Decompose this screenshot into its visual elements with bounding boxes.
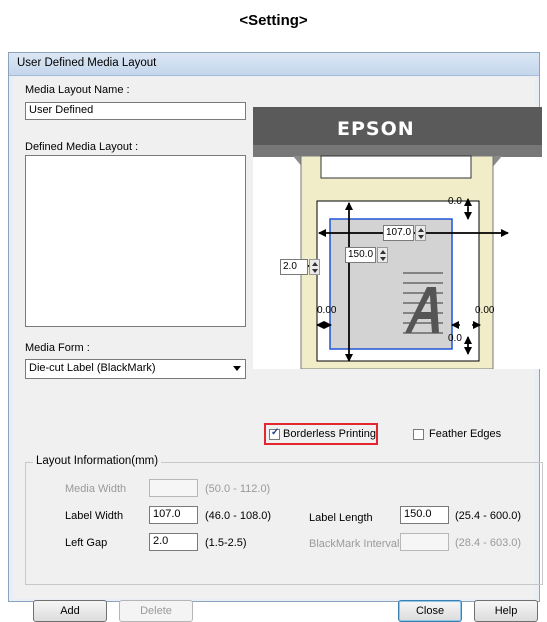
media-form-value: Die-cut Label (BlackMark): [29, 362, 156, 374]
epson-logo: EPSON: [337, 118, 415, 140]
layout-preview: EPSON 0.0 107.0 150.0 2.0 0.00 0.00 0.0: [253, 107, 542, 370]
left-gap-input[interactable]: 2.0: [149, 533, 198, 551]
left-margin-value: 0.00: [317, 305, 337, 316]
media-form-dropdown[interactable]: Die-cut Label (BlackMark): [25, 359, 246, 379]
label-width-label: Label Width: [65, 510, 124, 522]
close-button[interactable]: Close: [398, 600, 462, 622]
label-length-field[interactable]: 150.0: [345, 247, 376, 263]
media-form-label: Media Form :: [25, 342, 90, 354]
checkbox-checked-icon: [269, 427, 280, 440]
left-gap-spinner[interactable]: [309, 259, 320, 275]
top-margin-value: 0.0: [448, 196, 462, 207]
left-gap-label: Left Gap: [65, 537, 108, 549]
blackmark-interval-range: (28.4 - 603.0): [455, 537, 522, 549]
user-defined-media-layout-dialog: User Defined Media Layout Media Layout N…: [8, 52, 543, 622]
borderless-printing-label: Borderless Printing: [283, 428, 376, 440]
chevron-down-icon: [233, 366, 241, 371]
blackmark-interval-input[interactable]: [400, 533, 449, 551]
layout-information-group: [25, 462, 543, 585]
page-heading: <Setting>: [239, 12, 308, 29]
media-width-label: Media Width: [65, 483, 127, 495]
feather-edges-label: Feather Edges: [429, 428, 502, 440]
layout-information-title: Layout Information(mm): [33, 455, 162, 467]
label-width-input[interactable]: 107.0: [149, 506, 198, 524]
media-layout-name-input[interactable]: User Defined: [25, 102, 246, 120]
label-length-label: Label Length: [309, 512, 373, 524]
media-layout-name-label: Media Layout Name :: [25, 84, 130, 96]
add-button[interactable]: Add: [33, 600, 107, 622]
dialog-panel: Media Layout Name : User Defined Defined…: [13, 77, 543, 622]
right-margin-value: 0.00: [475, 305, 495, 316]
label-length-range: (25.4 - 600.0): [455, 510, 522, 522]
media-width-input[interactable]: [149, 479, 198, 497]
left-gap-range: (1.5-2.5): [205, 537, 247, 549]
media-width-range: (50.0 - 112.0): [205, 483, 271, 495]
label-width-spinner[interactable]: [415, 225, 426, 241]
label-length-input[interactable]: 150.0: [400, 506, 449, 524]
help-button[interactable]: Help: [474, 600, 538, 622]
title-bar: User Defined Media Layout: [9, 53, 539, 76]
defined-media-layout-label: Defined Media Layout :: [25, 141, 139, 153]
defined-media-layout-list[interactable]: [25, 155, 246, 327]
label-length-spinner[interactable]: [377, 247, 388, 263]
label-width-range: (46.0 - 108.0): [205, 510, 272, 522]
blackmark-interval-label: BlackMark Interval: [309, 538, 400, 550]
delete-button[interactable]: Delete: [119, 600, 193, 622]
label-width-field[interactable]: 107.0: [383, 225, 414, 241]
bottom-margin-value: 0.0: [448, 333, 462, 344]
dialog-title: User Defined Media Layout: [17, 57, 157, 69]
left-gap-field[interactable]: 2.0: [280, 259, 308, 275]
checkbox-unchecked-icon: [413, 429, 424, 440]
